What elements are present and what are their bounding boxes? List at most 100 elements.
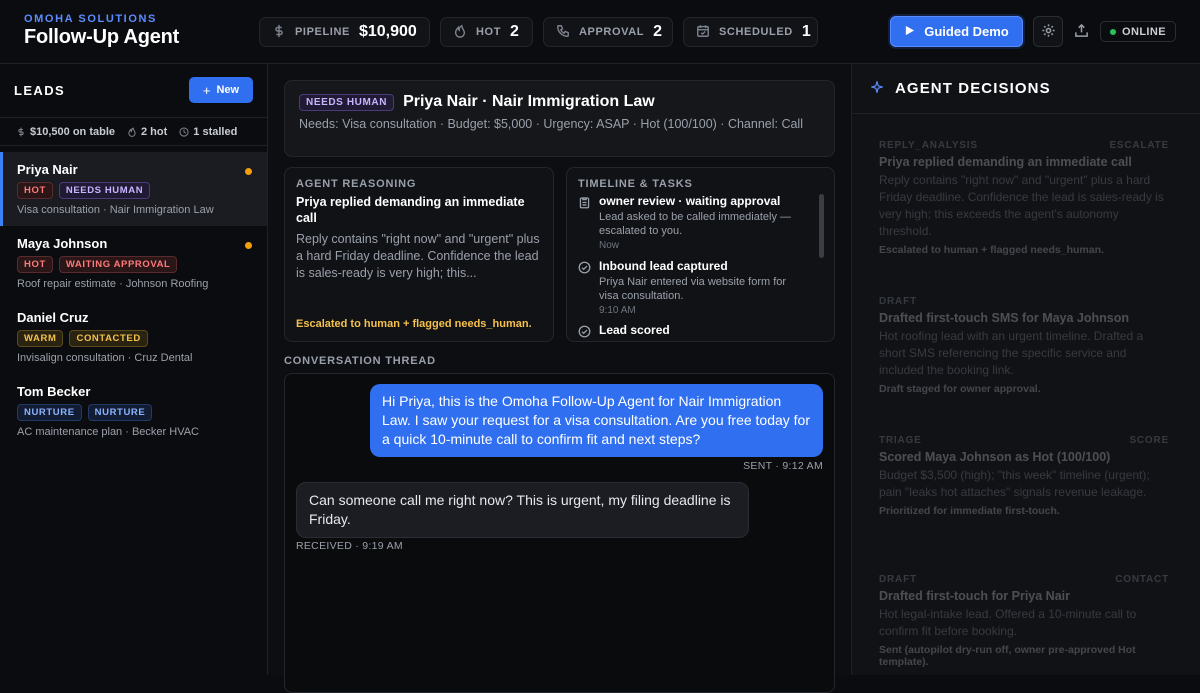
decision-footer: Escalated to human + flagged needs_human… bbox=[879, 244, 1104, 256]
timeline-desc: Priya Nair entered via website form for … bbox=[599, 276, 787, 302]
lead-subtitle: AC maintenance plan · Becker HVAC bbox=[17, 426, 199, 438]
stat-label: HOT bbox=[476, 26, 502, 38]
stat-approval: APPROVAL 2 bbox=[543, 17, 673, 47]
stat-scheduled: SCHEDULED 1 bbox=[683, 17, 818, 47]
timeline-scrollbar[interactable] bbox=[819, 194, 824, 258]
stat-label: APPROVAL bbox=[579, 26, 645, 38]
stat-label: PIPELINE bbox=[295, 26, 350, 38]
unread-dot bbox=[245, 168, 252, 175]
lead-item[interactable]: Maya Johnson HOT WAITING APPROVAL Roof r… bbox=[0, 226, 267, 300]
reasoning-footer: Escalated to human + flagged needs_human… bbox=[296, 318, 532, 330]
timeline-title: Lead scored bbox=[599, 323, 670, 337]
brand-org: OMOHA SOLUTIONS bbox=[24, 13, 157, 25]
lead-meta: Needs: Visa consultation · Budget: $5,00… bbox=[299, 117, 803, 131]
timeline-item: Inbound lead captured Priya Nair entered… bbox=[578, 259, 808, 316]
dollar-icon bbox=[272, 24, 286, 41]
clock-icon bbox=[179, 126, 189, 137]
message-meta: RECEIVED · 9:19 AM bbox=[296, 540, 403, 552]
leads-sidebar: LEADS + New $10,500 on table 2 hot 1 sta… bbox=[0, 64, 268, 675]
timeline-desc: Lead asked to be called immediately — es… bbox=[599, 211, 791, 237]
timeline-title: Inbound lead captured bbox=[599, 259, 728, 273]
top-bar: OMOHA SOLUTIONS Follow-Up Agent PIPELINE… bbox=[0, 0, 1200, 64]
decision-kind: REPLY_ANALYSIS bbox=[879, 140, 978, 151]
decision-kind: TRIAGE bbox=[879, 435, 922, 446]
status-badge: NURTURE bbox=[17, 404, 82, 421]
timeline-panel: TIMELINE & TASKS owner review · waiting … bbox=[566, 167, 835, 342]
status-badge: HOT bbox=[17, 256, 53, 273]
flame-icon bbox=[453, 24, 467, 41]
lead-item[interactable]: Daniel Cruz WARM CONTACTED Invisalign co… bbox=[0, 300, 267, 374]
lead-name: Daniel Cruz bbox=[17, 310, 89, 325]
stat-value: 1 bbox=[801, 23, 811, 40]
summary-hot: 2 hot bbox=[127, 126, 167, 138]
decision-desc: Hot legal-intake lead. Offered a 10-minu… bbox=[879, 607, 1137, 638]
brand: OMOHA SOLUTIONS Follow-Up Agent bbox=[24, 13, 179, 49]
timeline-time: 9:10 AM bbox=[599, 305, 636, 316]
decision-kind: DRAFT bbox=[879, 296, 917, 307]
export-button[interactable] bbox=[1074, 23, 1090, 39]
status-badge: CONTACTED bbox=[69, 330, 148, 347]
dollar-icon bbox=[18, 127, 24, 136]
decision-footer: Prioritized for immediate first-touch. bbox=[879, 505, 1060, 517]
stat-value: 2 bbox=[510, 23, 519, 40]
status-badge: WARM bbox=[17, 330, 64, 347]
decision-item: DRAFT Drafted first-touch SMS for Maya J… bbox=[879, 296, 1169, 395]
lead-subtitle: Roof repair estimate · Johnson Roofing bbox=[17, 278, 209, 290]
agent-decisions-panel: AGENT DECISIONS REPLY_ANALYSIS ESCALATE P… bbox=[851, 64, 1200, 675]
stat-label: SCHEDULED bbox=[719, 26, 793, 38]
phone-icon bbox=[556, 24, 570, 41]
stat-pipeline: PIPELINE $10,900 bbox=[259, 17, 430, 47]
decision-kind: DRAFT bbox=[879, 574, 917, 585]
summary-on-table: $10,500 on table bbox=[16, 126, 115, 138]
lead-name: Maya Johnson bbox=[17, 236, 108, 251]
plus-icon: + bbox=[202, 82, 211, 98]
decision-title: Drafted first-touch for Priya Nair bbox=[879, 589, 1071, 603]
decision-title: Drafted first-touch SMS for Maya Johnson bbox=[879, 311, 1130, 325]
lead-subtitle: Visa consultation · Nair Immigration Law bbox=[17, 204, 214, 216]
outgoing-message: Hi Priya, this is the Omoha Follow-Up Ag… bbox=[370, 384, 823, 457]
new-lead-button[interactable]: + New bbox=[189, 77, 253, 103]
message-meta: SENT · 9:12 AM bbox=[743, 460, 823, 472]
decision-tag: ESCALATE bbox=[1109, 140, 1169, 151]
check-circle-icon bbox=[578, 325, 591, 338]
panel-heading: AGENT REASONING bbox=[296, 178, 417, 190]
decision-footer: Draft staged for owner approval. bbox=[879, 383, 1041, 395]
settings-button[interactable] bbox=[1033, 16, 1063, 47]
agent-reasoning-panel: AGENT REASONING Priya replied demanding … bbox=[284, 167, 554, 342]
lead-item[interactable]: Tom Becker NURTURE NURTURE AC maintenanc… bbox=[0, 374, 267, 448]
lead-detail: NEEDS HUMAN Priya Nair · Nair Immigratio… bbox=[268, 64, 851, 693]
timeline-time: Now bbox=[599, 240, 620, 251]
decision-item: REPLY_ANALYSIS ESCALATE Priya replied dem… bbox=[879, 140, 1169, 256]
incoming-message: Can someone call me right now? This is u… bbox=[296, 482, 749, 538]
upload-icon bbox=[1074, 23, 1089, 41]
decision-footer: Sent (autopilot dry-run off, owner pre-a… bbox=[879, 644, 1136, 668]
status-badge: HOT bbox=[17, 182, 53, 199]
sparkle-icon bbox=[869, 79, 885, 97]
decisions-title: AGENT DECISIONS bbox=[895, 80, 1051, 97]
clipboard-icon bbox=[579, 197, 590, 209]
timeline-item: Lead scored bbox=[578, 323, 808, 338]
unread-dot bbox=[245, 242, 252, 249]
decisions-header: AGENT DECISIONS bbox=[852, 64, 1200, 114]
guided-demo-button[interactable]: Guided Demo bbox=[890, 16, 1023, 47]
decision-desc: Budget $3,500 (high); "this week" timeli… bbox=[879, 468, 1150, 499]
stat-value: $10,900 bbox=[358, 23, 417, 40]
app-title: Follow-Up Agent bbox=[24, 26, 180, 48]
reasoning-body: Reply contains "right now" and "urgent" … bbox=[296, 232, 540, 280]
leads-summary: $10,500 on table 2 hot 1 stalled bbox=[0, 117, 267, 146]
decision-title: Scored Maya Johnson as Hot (100/100) bbox=[879, 450, 1111, 464]
lead-item[interactable]: Priya Nair HOT NEEDS HUMAN Visa consulta… bbox=[0, 152, 267, 226]
status-badge: WAITING APPROVAL bbox=[58, 256, 178, 273]
panel-heading: TIMELINE & TASKS bbox=[578, 178, 693, 190]
decision-desc: Hot roofing lead with an urgent timeline… bbox=[879, 329, 1144, 377]
lead-name: Priya Nair bbox=[17, 162, 78, 177]
timeline-title: owner review · waiting approval bbox=[599, 194, 781, 208]
lead-header-card: NEEDS HUMAN Priya Nair · Nair Immigratio… bbox=[284, 80, 835, 157]
summary-stalled: 1 stalled bbox=[179, 126, 237, 138]
decision-title: Priya replied demanding an immediate cal… bbox=[879, 155, 1132, 169]
lead-name: Tom Becker bbox=[17, 384, 91, 399]
decision-tag: SCORE bbox=[1129, 435, 1169, 446]
status-badge: NURTURE bbox=[87, 404, 153, 421]
calendar-icon bbox=[696, 24, 710, 41]
lead-subtitle: Invisalign consultation · Cruz Dental bbox=[17, 352, 193, 364]
